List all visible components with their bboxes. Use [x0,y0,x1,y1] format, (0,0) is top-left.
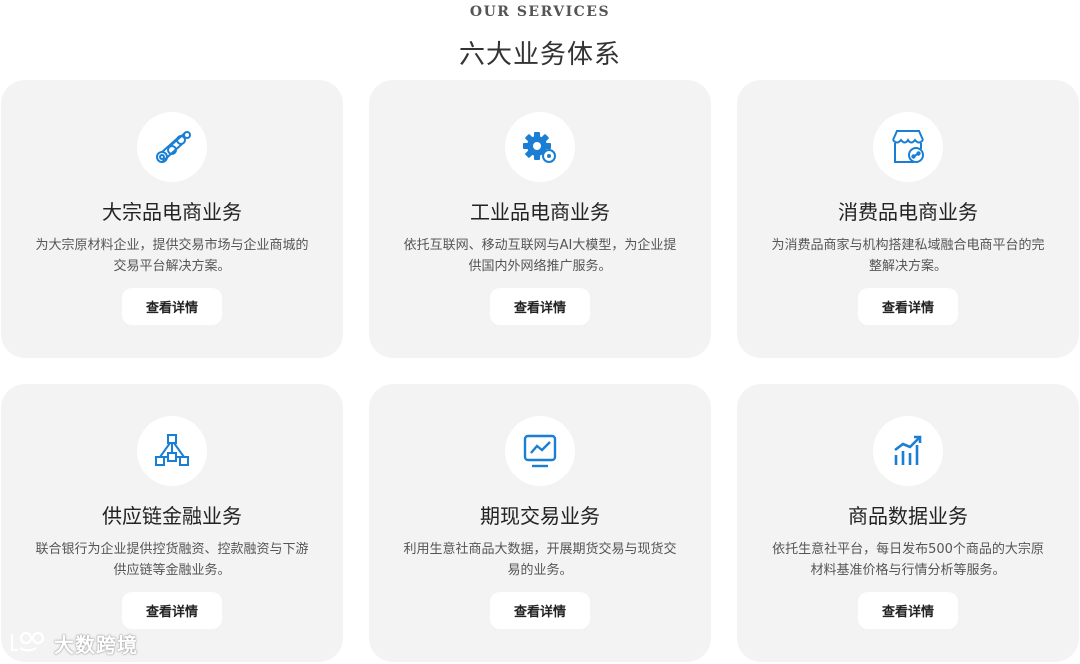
watermark: 大数跨境 [8,628,138,659]
bar-chart-icon [888,431,928,471]
icon-badge [505,416,575,486]
storefront-icon [888,127,928,167]
card-description: 利用生意社商品大数据，开展期货交易与现货交易的业务。 [403,542,677,578]
view-details-button[interactable]: 查看详情 [858,592,958,629]
services-page: OUR SERVICES 六大业务体系 大宗品电商业务 为大宗原材料企业，提供交… [0,0,1080,664]
card-description: 为大宗原材料企业，提供交易市场与企业商城的交易平台解决方案。 [35,238,309,274]
icon-badge [137,112,207,182]
watermark-text: 大数跨境 [54,633,138,657]
icon-badge [505,112,575,182]
card-title: 期现交易业务 [480,504,600,528]
icon-badge [137,416,207,486]
card-title: 供应链金融业务 [102,504,242,528]
card-title: 商品数据业务 [848,504,968,528]
service-card-futures-spot-trading: 期现交易业务 利用生意社商品大数据，开展期货交易与现货交易的业务。 查看详情 [369,384,711,662]
card-description: 依托互联网、移动互联网与AI大模型，为企业提供国内外网络推广服务。 [403,238,677,274]
service-card-commodity-data: 商品数据业务 依托生意社平台，每日发布500个商品的大宗原材料基准价格与行情分析… [737,384,1079,662]
icon-badge [873,112,943,182]
card-title: 消费品电商业务 [838,200,978,224]
view-details-button[interactable]: 查看详情 [122,288,222,325]
stacked-coins-icon [152,127,192,167]
service-card-consumer-ecommerce: 消费品电商业务 为消费品商家与机构搭建私域融合电商平台的完整解决方案。 查看详情 [737,80,1079,358]
view-details-button[interactable]: 查看详情 [490,592,590,629]
card-title: 工业品电商业务 [470,200,610,224]
icon-badge [873,416,943,486]
service-card-industrial-ecommerce: 工业品电商业务 依托互联网、移动互联网与AI大模型，为企业提供国内外网络推广服务… [369,80,711,358]
view-details-button[interactable]: 查看详情 [858,288,958,325]
watermark-logo-icon [8,628,48,659]
card-description: 依托生意社平台，每日发布500个商品的大宗原材料基准价格与行情分析等服务。 [772,542,1044,578]
card-title: 大宗品电商业务 [102,200,242,224]
card-description: 联合银行为企业提供控货融资、控款融资与下游供应链等金融业务。 [35,542,309,578]
card-description: 为消费品商家与机构搭建私域融合电商平台的完整解决方案。 [771,238,1045,274]
gear-icon [520,127,560,167]
view-details-button[interactable]: 查看详情 [122,592,222,629]
section-title: 六大业务体系 [458,40,621,70]
supply-chain-network-icon [152,431,192,471]
service-card-supply-chain-finance: 供应链金融业务 联合银行为企业提供控货融资、控款融资与下游供应链等金融业务。 查… [1,384,343,662]
service-card-bulk-ecommerce: 大宗品电商业务 为大宗原材料企业，提供交易市场与企业商城的交易平台解决方案。 查… [1,80,343,358]
view-details-button[interactable]: 查看详情 [490,288,590,325]
section-eyebrow: OUR SERVICES [469,4,611,20]
trend-monitor-icon [520,431,560,471]
